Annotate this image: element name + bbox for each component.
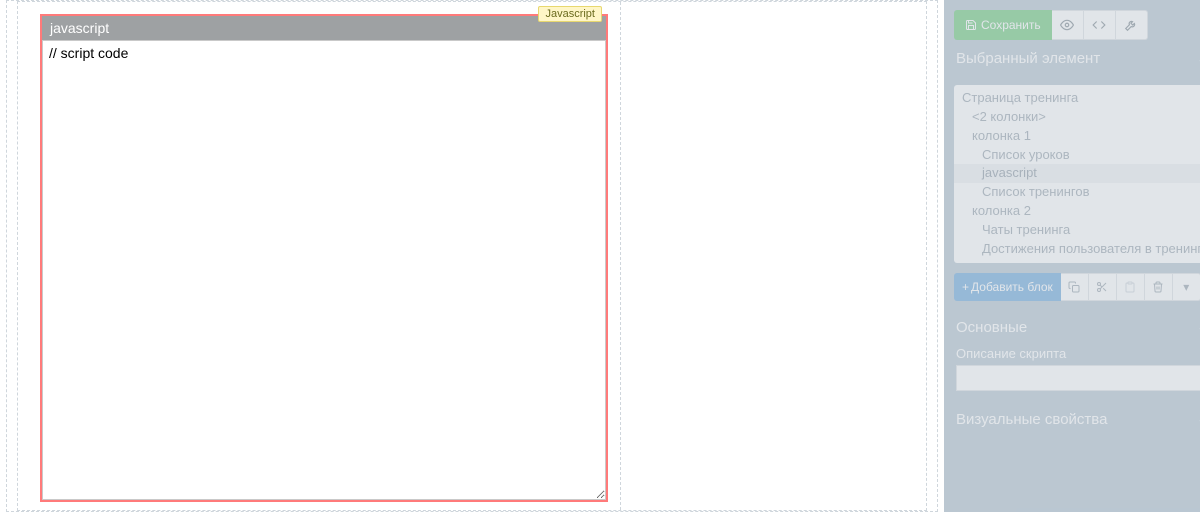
delete-button[interactable] — [1145, 273, 1173, 301]
caret-down-icon: ▾ — [1183, 280, 1189, 294]
javascript-block[interactable]: javascript Javascript — [40, 14, 608, 502]
top-toolbar: Сохранить — [954, 10, 1200, 40]
tree-item[interactable]: колонка 1 — [954, 127, 1200, 146]
plus-icon: + — [962, 280, 969, 294]
section-visual[interactable]: Визуальные свойства ⌄ — [944, 401, 1200, 438]
layout-grid-outer: javascript Javascript — [6, 0, 938, 512]
code-icon — [1092, 18, 1106, 32]
tree-item[interactable]: Достижения пользователя в тренинге — [954, 240, 1200, 259]
section-title: Визуальные свойства — [956, 411, 1107, 428]
tree-item[interactable]: <2 колонки> — [954, 108, 1200, 127]
add-block-label: Добавить блок — [971, 280, 1053, 294]
tree-item[interactable]: Список уроков — [954, 146, 1200, 165]
save-button[interactable]: Сохранить — [954, 10, 1052, 40]
block-title: javascript — [50, 20, 109, 36]
add-block-button[interactable]: + Добавить блок — [954, 273, 1061, 301]
block-header[interactable]: javascript Javascript — [42, 16, 606, 40]
section-title: Выбранный элемент — [956, 50, 1100, 67]
paste-button[interactable] — [1117, 273, 1145, 301]
save-button-label: Сохранить — [981, 18, 1041, 32]
element-tree: Страница тренинга<2 колонки>колонка 1Спи… — [954, 85, 1200, 263]
section-selected-element[interactable]: Выбранный элемент ⌄ — [944, 40, 1200, 77]
script-code-textarea[interactable] — [42, 40, 606, 500]
canvas: javascript Javascript — [0, 0, 944, 512]
section-title: Основные — [956, 319, 1027, 336]
script-description-input[interactable] — [956, 365, 1200, 391]
copy-button[interactable] — [1061, 273, 1089, 301]
block-type-badge: Javascript — [538, 6, 602, 22]
section-main[interactable]: Основные ⌄ — [944, 309, 1200, 346]
copy-icon — [1068, 281, 1080, 293]
wrench-icon — [1124, 18, 1138, 32]
trash-icon — [1152, 281, 1164, 293]
save-icon — [965, 19, 977, 31]
preview-button[interactable] — [1052, 10, 1084, 40]
clipboard-icon — [1124, 281, 1136, 293]
properties-panel: Сохранить — [944, 0, 1200, 512]
cut-button[interactable] — [1089, 273, 1117, 301]
code-button[interactable] — [1084, 10, 1116, 40]
tree-item[interactable]: Страница тренинга — [954, 89, 1200, 108]
eye-icon — [1060, 18, 1074, 32]
script-description-label: Описание скрипта — [956, 346, 1200, 361]
tree-item[interactable]: Список тренингов — [954, 183, 1200, 202]
block-actions: + Добавить блок — [954, 273, 1200, 301]
scissors-icon — [1096, 281, 1108, 293]
tree-item[interactable]: Чаты тренинга — [954, 221, 1200, 240]
tree-item[interactable]: колонка 2 — [954, 202, 1200, 221]
settings-button[interactable] — [1116, 10, 1148, 40]
column-divider — [620, 2, 621, 510]
more-actions-button[interactable]: ▾ — [1173, 273, 1200, 301]
layout-grid-inner: javascript Javascript — [17, 1, 927, 511]
tree-item[interactable]: javascript — [954, 164, 1200, 183]
